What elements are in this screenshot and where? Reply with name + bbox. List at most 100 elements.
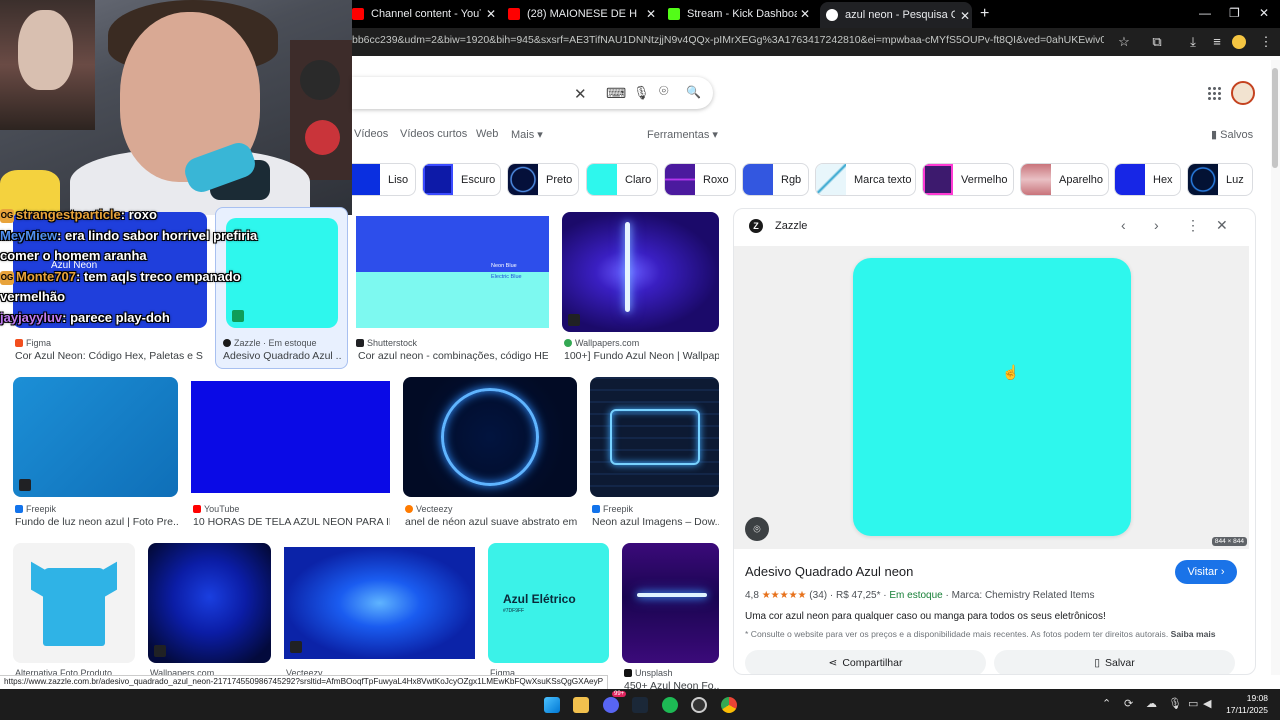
mic-icon[interactable]: 🎙 [633, 85, 650, 101]
result-freepik-2[interactable]: Freepik Neon azul Imagens – Dow... [590, 377, 719, 529]
close-icon[interactable]: ✕ [958, 9, 972, 23]
star-icon[interactable]: ☆ [1116, 34, 1132, 50]
prev-icon[interactable]: ‹ [1121, 217, 1126, 233]
nav-short-videos[interactable]: Vídeos curtos [400, 128, 467, 140]
menu-icon[interactable]: ⋮ [1258, 34, 1274, 50]
nav-videos[interactable]: Vídeos [354, 128, 388, 140]
chip-rgb[interactable]: Rgb [742, 163, 809, 196]
clear-icon[interactable]: ✕ [574, 85, 587, 103]
result-wallpapers-2[interactable]: Wallpapers.com [148, 543, 271, 678]
chip-vermelho[interactable]: Vermelho [922, 163, 1014, 196]
chip-luz[interactable]: Luz [1187, 163, 1253, 196]
chip-liso[interactable]: Liso [352, 163, 416, 196]
chip-label: Luz [1226, 173, 1244, 186]
discord-badge: 99+ [612, 691, 627, 697]
save-button[interactable]: ▯ Salvar [994, 650, 1235, 674]
minimize-button[interactable]: — [1199, 6, 1211, 20]
chip-hex[interactable]: Hex [1114, 163, 1181, 196]
chip-label: Marca texto [854, 173, 912, 186]
close-icon[interactable]: ✕ [484, 7, 498, 21]
shutterstock-icon [356, 339, 364, 347]
chip-roxo[interactable]: Roxo [664, 163, 736, 196]
url-text[interactable]: bb6cc239&udm=2&biw=1920&bih=945&sxsrf=AE… [352, 34, 1104, 46]
avatar[interactable] [1231, 81, 1255, 105]
extensions-icon[interactable]: ⧉ [1149, 34, 1165, 50]
preview-image[interactable] [853, 258, 1131, 536]
tab-youtube-studio[interactable]: Channel content - YouTube Stu ✕ [352, 0, 498, 28]
result-vecteezy-1[interactable]: Vecteezy anel de néon azul suave abstrat… [403, 377, 577, 529]
tab-google-search[interactable]: azul neon - Pesquisa Google ✕ [820, 2, 972, 28]
download-icon[interactable]: ⤓ [1185, 34, 1201, 50]
more-icon[interactable]: ⋮ [1186, 217, 1200, 234]
chip-aparelho[interactable]: Aparelho [1020, 163, 1109, 196]
lens-icon[interactable]: ⌾ [659, 83, 669, 101]
mic-tray-icon[interactable]: 🎙 [1168, 697, 1182, 710]
volume-icon[interactable]: ◀ [1203, 697, 1211, 710]
close-icon[interactable]: ✕ [644, 7, 658, 21]
chevron-up-icon[interactable]: ⌃ [1102, 697, 1111, 710]
source-label: Zazzle · Em estoque [234, 338, 317, 348]
result-youtube[interactable]: YouTube 10 HORAS DE TELA AZUL NEON PARA … [191, 381, 390, 529]
image-text: Neon Blue [491, 263, 517, 269]
chip-label: Hex [1153, 173, 1173, 186]
search-box[interactable]: ✕ ⌨ 🎙 ⌾ 🔍 [352, 77, 713, 109]
chrome-icon[interactable] [721, 697, 737, 713]
apps-icon[interactable] [1207, 86, 1221, 100]
sync-icon[interactable]: ⟳ [1124, 697, 1133, 710]
clock[interactable]: 19:08 17/11/2025 [1226, 692, 1268, 716]
windows-start-icon[interactable] [544, 697, 560, 713]
tab-maionese[interactable]: (28) MAIONESE DE HALLOWEE ✕ [508, 0, 658, 28]
network-icon[interactable]: ▭ [1188, 697, 1198, 710]
profile-icon[interactable] [1232, 35, 1246, 49]
result-figma-2[interactable]: Azul Elétrico #7DF9FF Figma [488, 543, 609, 678]
image-preview-panel: Z Zazzle ‹ › ⋮ ✕ ⌾ 844 × 844 ☝ Adesivo Q… [733, 208, 1256, 675]
nav-web[interactable]: Web [476, 128, 498, 140]
lens-search-icon[interactable]: ⌾ [745, 517, 769, 541]
result-shutterstock[interactable]: Neon Blue Electric Blue Shutterstock Cor… [356, 216, 549, 366]
unsplash-icon [624, 669, 632, 677]
tab-kick-dashboard[interactable]: Stream - Kick Dashboard ✕ [668, 0, 812, 28]
learn-more-link[interactable]: Saiba mais [1171, 629, 1216, 639]
chip-thumbnail [1115, 164, 1145, 195]
scrollbar[interactable] [1271, 60, 1280, 675]
obs-icon[interactable] [691, 697, 707, 713]
chip-preto[interactable]: Preto [507, 163, 579, 196]
chat-user: MeyMiew [0, 227, 58, 243]
chip-thumbnail [1021, 164, 1051, 195]
nav-more[interactable]: Mais ▾ [511, 128, 543, 141]
preview-site[interactable]: Zazzle [775, 220, 807, 232]
search-icon[interactable]: 🔍 [686, 85, 701, 99]
cloud-icon[interactable]: ☁ [1146, 697, 1157, 710]
share-button[interactable]: ⋖ Compartilhar [745, 650, 986, 674]
result-vecteezy-2[interactable]: Vecteezy [284, 547, 475, 678]
chat-message: OG Monte707: tem aqls treco empanado verm… [0, 268, 241, 305]
new-tab-button[interactable]: + [980, 0, 996, 28]
tools-button[interactable]: Ferramentas ▾ [647, 128, 718, 141]
source-label: Freepik [26, 504, 57, 514]
preview-image-area[interactable]: ⌾ 844 × 844 ☝ [734, 246, 1249, 549]
visit-button[interactable]: Visitar › [1175, 560, 1237, 584]
next-icon[interactable]: › [1154, 217, 1159, 233]
file-explorer-icon[interactable] [573, 697, 589, 713]
preview-title[interactable]: Adesivo Quadrado Azul neon [745, 564, 913, 579]
chip-escuro[interactable]: Escuro [422, 163, 501, 196]
spotify-icon[interactable] [662, 697, 678, 713]
discord-icon[interactable] [603, 697, 619, 713]
result-unsplash[interactable]: Unsplash 450+ Azul Neon Fo... [622, 543, 719, 692]
maximize-button[interactable]: ❐ [1229, 6, 1240, 20]
chip-marca-texto[interactable]: Marca texto [815, 163, 916, 196]
keyboard-icon[interactable]: ⌨ [606, 85, 626, 102]
saved-link[interactable]: ▮ Salvos [1211, 128, 1253, 141]
media-icon[interactable]: ≡ [1209, 34, 1225, 50]
rating: 4,8 [745, 590, 759, 601]
result-tshirt[interactable]: Alternativa Foto Produto [13, 543, 135, 678]
result-freepik-1[interactable]: Freepik Fundo de luz neon azul | Foto Pr… [13, 377, 178, 529]
chip-label: Escuro [461, 173, 496, 186]
close-icon[interactable]: ✕ [798, 7, 812, 21]
steam-icon[interactable] [632, 697, 648, 713]
scrollbar-thumb[interactable] [1272, 68, 1278, 168]
chip-claro[interactable]: Claro [586, 163, 658, 196]
result-wallpapers[interactable]: Wallpapers.com 100+] Fundo Azul Neon | W… [562, 212, 719, 367]
close-preview-icon[interactable]: ✕ [1216, 217, 1228, 234]
window-close-button[interactable]: ✕ [1259, 6, 1269, 20]
